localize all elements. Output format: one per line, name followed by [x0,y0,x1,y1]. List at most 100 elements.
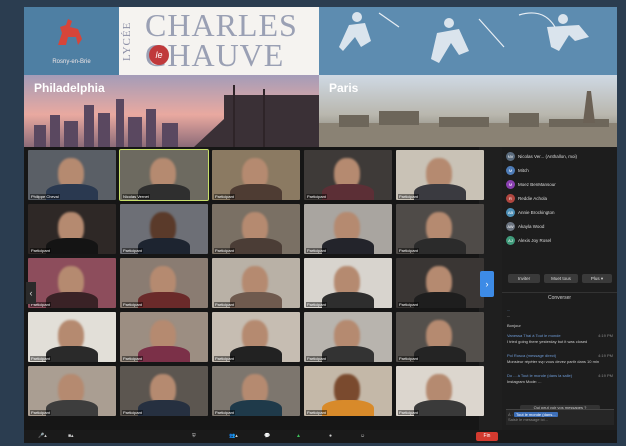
chat-header: Converser [502,292,617,302]
tile-name: Participant [398,194,419,199]
horse-rider-icon [58,19,82,45]
share-screen-icon[interactable]: ▲ [296,432,301,441]
chat-message-input[interactable]: Saisir le message ici... [508,417,612,422]
video-tile[interactable]: Participant [304,150,392,200]
participant-row[interactable]: AJ Alexis Joy Rosel [506,235,614,247]
invite-button[interactable]: Inviter [508,274,540,283]
video-tile[interactable]: Participant [212,150,300,200]
chat-message-text: Monsieur répéter svp vous devez partir d… [507,359,600,364]
chat-message-text: Instagram Mode: ... [507,379,542,384]
school-title: LYCÉE CHARLES CHAUVE le [119,7,319,75]
video-tile[interactable]: Participant [28,258,116,308]
video-tile[interactable]: Participant [304,312,392,362]
tile-name: Participant [214,356,235,361]
participants-and-chat-panel: NV Nicolas Ver... (Anthallon, moi) M Mitch… [502,147,617,430]
end-meeting-button[interactable]: Fin [476,432,498,441]
more-button[interactable]: Plus ▾ [582,274,612,283]
tile-name: Participant [30,248,51,253]
tile-name: Participant [122,248,143,253]
sports-silhouettes [319,7,617,75]
microphone-icon[interactable]: 🎤▴ [38,432,47,441]
tile-name: Participant [306,356,327,361]
chat-input-area[interactable]: À : Tout le monde (dans... Saisir le mes… [506,409,614,425]
participant-avatar: R [506,194,515,204]
mute-all-button[interactable]: Muet tous [544,274,578,283]
video-tile[interactable]: Participant [120,312,208,362]
participant-name: Nicolas Ver... (Anthallon, moi) [518,154,578,159]
participant-avatar: M [506,166,515,176]
tile-name: Participant [122,302,143,307]
chat-message-meta: Pol Rosca (message direct) 4:19 PM [507,353,613,358]
participant-name: Alexis Joy Rosel [518,238,552,243]
participant-row[interactable]: M Moez BenMansour [506,179,614,191]
chat-timestamp: 4:19 PM [598,373,613,378]
video-tile[interactable]: Participant [396,258,484,308]
tile-name: Participant [214,248,235,253]
video-tile[interactable]: Participant [212,258,300,308]
chat-message-text: Bonjour [507,323,521,328]
video-tile[interactable]: Participant [304,366,392,416]
video-tile[interactable]: Participant [396,204,484,254]
video-tile[interactable]: Participant [28,204,116,254]
philadelphia-skyline: Philadelphia [24,75,319,147]
school-banner: Rosny-en-Brie LYCÉE CHARLES CHAUVE le Ph… [24,7,617,147]
participant-row[interactable]: M Mitch [506,165,614,177]
chat-message-text: I tried going there yesterday but it was… [507,339,588,344]
video-tile[interactable]: Participant [304,258,392,308]
participant-avatar: NV [506,152,515,162]
security-icon[interactable]: ⛨ [192,432,196,441]
video-tile[interactable]: Participant [396,150,484,200]
video-tile[interactable]: Participant [28,312,116,362]
tile-name: Participant [306,410,327,415]
next-page-arrow[interactable]: › [480,271,494,297]
school-logo: Rosny-en-Brie [24,7,119,75]
video-tile[interactable]: Participant [120,204,208,254]
video-tile[interactable]: Participant [212,204,300,254]
record-icon[interactable]: ● [329,432,332,441]
participant-name: Mitch [518,168,529,173]
participant-row[interactable]: AB Annie Brockington [506,207,614,219]
tile-name: Participant [306,194,327,199]
logo-caption: Rosny-en-Brie [52,59,91,65]
participant-name: Reddie Achola [518,196,548,201]
participant-row[interactable]: R Reddie Achola [506,193,614,205]
chat-icon[interactable]: 💬 [264,432,270,441]
previous-page-arrow[interactable]: ‹ [26,282,36,304]
video-camera-icon[interactable]: ■▴ [68,432,74,441]
participant-actions: Inviter Muet tous Plus ▾ [508,274,612,284]
school-prefix: LYCÉE [121,21,133,61]
video-gallery: Philippe Cheval Nicolas Vernet Participa… [24,147,484,430]
video-tile[interactable]: Participant [212,366,300,416]
video-tile[interactable]: Participant [120,258,208,308]
participants-icon[interactable]: 👥▴ [229,432,238,441]
participant-row[interactable]: AW Akayla Wood [506,221,614,233]
tile-name: Participant [306,302,327,307]
paris-skyline: Paris [319,75,617,147]
chat-message-meta: Vanessa Thai à Tout le monde 4:19 PM [507,333,613,338]
video-tile[interactable]: Participant [28,366,116,416]
tile-name: Participant [398,302,419,307]
participant-avatar: AW [506,222,515,232]
video-tile[interactable]: Participant [396,312,484,362]
video-tile[interactable]: Participant [304,204,392,254]
participant-name: Akayla Wood [518,224,545,229]
video-tile-active-speaker[interactable]: Nicolas Vernet [119,149,209,201]
tile-name: Nicolas Vernet [122,194,150,199]
tile-name: Participant [30,356,51,361]
city-label-philadelphia: Philadelphia [34,81,105,95]
tile-name: Participant [398,410,419,415]
video-tile[interactable]: Philippe Cheval [28,150,116,200]
participant-name: Annie Brockington [518,210,555,215]
video-tile[interactable]: Participant [120,366,208,416]
participant-row[interactable]: NV Nicolas Ver... (Anthallon, moi) [506,151,614,163]
participant-avatar: M [506,180,515,190]
tile-name: Participant [398,248,419,253]
reactions-icon[interactable]: ☺ [360,432,365,441]
tile-name: Participant [398,356,419,361]
chat-message-meta: ... [507,307,511,312]
tile-name: Participant [214,302,235,307]
tile-name: Participant [306,248,327,253]
tile-name: Participant [30,410,51,415]
video-tile[interactable]: Participant [396,366,484,416]
video-tile[interactable]: Participant [212,312,300,362]
